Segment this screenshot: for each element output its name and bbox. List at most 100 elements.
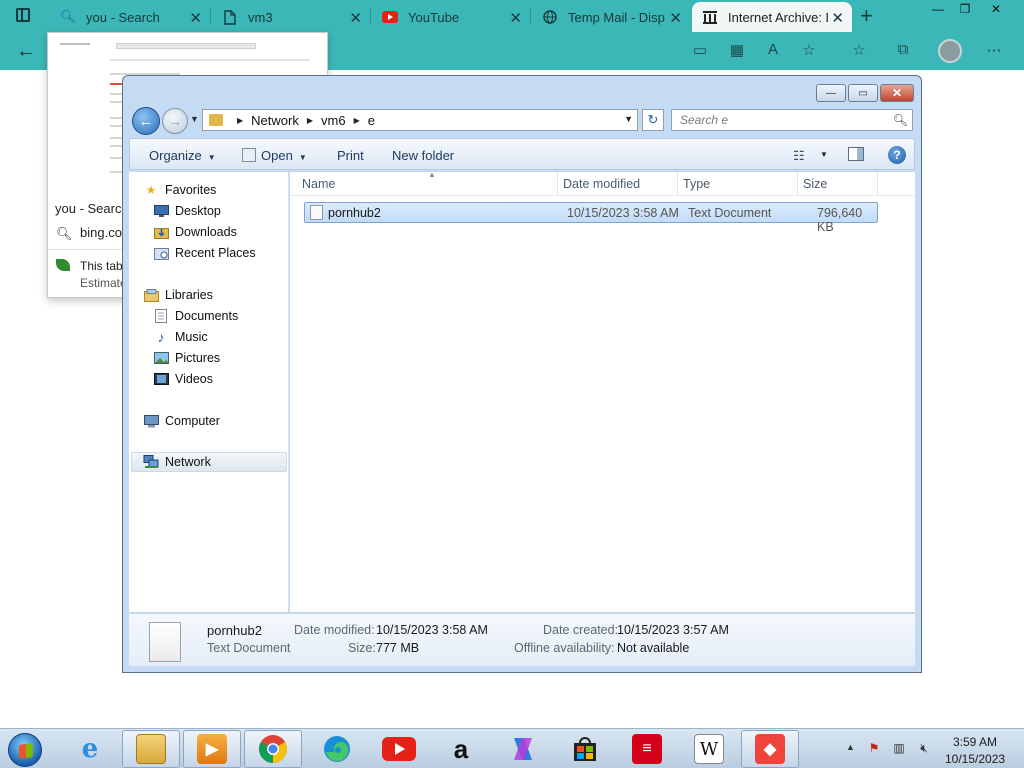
- search-icon[interactable]: 🔍︎: [893, 113, 908, 127]
- chrome-icon[interactable]: [244, 730, 302, 768]
- breadcrumb-network[interactable]: Network: [251, 113, 299, 128]
- read-aloud-icon[interactable]: A: [763, 41, 783, 61]
- close-tab-icon[interactable]: ✕: [349, 9, 362, 27]
- media-player-icon[interactable]: ▶: [183, 730, 241, 768]
- tab-youtube[interactable]: YouTube ✕: [372, 2, 530, 32]
- nav-network[interactable]: Network: [131, 452, 287, 472]
- nav-downloads[interactable]: Downloads: [153, 222, 237, 242]
- nav-pictures[interactable]: Pictures: [153, 348, 220, 368]
- internet-explorer-icon[interactable]: e: [61, 730, 119, 768]
- print-button[interactable]: Print: [337, 148, 364, 163]
- nav-music[interactable]: ♪ Music: [153, 327, 208, 347]
- column-divider[interactable]: [877, 172, 878, 196]
- nav-recent-places[interactable]: Recent Places: [153, 243, 256, 263]
- nav-label: Desktop: [175, 204, 221, 218]
- chevron-down-icon[interactable]: ▼: [624, 114, 633, 124]
- chevron-right-icon[interactable]: ▶: [307, 116, 313, 125]
- close-tab-icon[interactable]: ✕: [509, 9, 522, 27]
- chevron-right-icon[interactable]: ▶: [237, 116, 243, 125]
- close-tab-icon[interactable]: ✕: [189, 9, 202, 27]
- tab-vm3[interactable]: vm3 ✕: [212, 2, 370, 32]
- profile-avatar[interactable]: [938, 39, 962, 63]
- column-type[interactable]: Type: [683, 177, 710, 191]
- close-window-icon[interactable]: ✕: [980, 0, 1012, 18]
- wikipedia-icon[interactable]: W: [680, 730, 738, 768]
- chevron-down-icon[interactable]: ▼: [299, 153, 307, 162]
- tab-temp-mail[interactable]: Temp Mail - Disp ✕: [532, 2, 690, 32]
- organize-button[interactable]: Organize ▼: [149, 148, 216, 163]
- tab-actions-menu-icon[interactable]: [16, 8, 30, 22]
- organize-label: Organize: [149, 148, 202, 163]
- column-divider[interactable]: [557, 172, 558, 196]
- preview-title: you - Search: [55, 201, 129, 216]
- recent-locations-chevron-icon[interactable]: ▼: [190, 114, 199, 124]
- edge-icon[interactable]: [308, 730, 366, 768]
- column-date-modified[interactable]: Date modified: [563, 177, 640, 191]
- column-divider[interactable]: [797, 172, 798, 196]
- collections-icon[interactable]: ⧉: [893, 41, 913, 61]
- clock-time[interactable]: 3:59 AM: [953, 735, 997, 749]
- close-button[interactable]: ✕: [880, 84, 914, 102]
- favorites-icon[interactable]: ☆: [849, 41, 869, 61]
- search-input[interactable]: [680, 110, 880, 130]
- start-button[interactable]: [8, 733, 42, 767]
- close-tab-icon[interactable]: ✕: [831, 9, 844, 27]
- help-icon[interactable]: ?: [888, 146, 906, 164]
- back-arrow-icon[interactable]: ←: [132, 107, 160, 135]
- amazon-icon[interactable]: a: [432, 730, 490, 768]
- tab-internet-archive[interactable]: Internet Archive: D ✕: [692, 2, 852, 32]
- tab-bing-search[interactable]: 🔍︎ you - Search ✕: [50, 2, 210, 32]
- refresh-icon[interactable]: ↻: [642, 109, 664, 131]
- file-explorer-icon[interactable]: [122, 730, 180, 768]
- anydesk-icon[interactable]: ◆: [741, 730, 799, 768]
- open-button[interactable]: Open ▼: [242, 148, 307, 163]
- extensions-grid-icon[interactable]: ▦: [727, 41, 747, 61]
- nav-documents[interactable]: Documents: [153, 306, 238, 326]
- restore-icon[interactable]: ❐: [949, 0, 981, 18]
- nav-favorites[interactable]: ★ Favorites: [143, 180, 217, 200]
- details-label: Date created:: [543, 623, 619, 637]
- copilot-icon[interactable]: [494, 730, 552, 768]
- column-divider[interactable]: [677, 172, 678, 196]
- preview-pane-icon[interactable]: [848, 147, 864, 161]
- minimize-button[interactable]: —: [816, 84, 846, 102]
- archive-icon: [702, 9, 718, 25]
- efficiency-leaf-icon: [56, 259, 70, 271]
- chevron-right-icon[interactable]: ▶: [354, 116, 360, 125]
- clock-date[interactable]: 10/15/2023: [945, 752, 1005, 766]
- bank-of-america-icon[interactable]: ≡: [618, 730, 676, 768]
- column-name[interactable]: Name: [302, 177, 335, 191]
- file-row[interactable]: pornhub2 10/15/2023 3:58 AM Text Documen…: [304, 202, 878, 234]
- nav-desktop[interactable]: Desktop: [153, 201, 221, 221]
- nav-libraries[interactable]: Libraries: [143, 285, 213, 305]
- back-arrow-icon[interactable]: ←: [16, 40, 36, 63]
- search-box[interactable]: 🔍︎: [671, 109, 913, 131]
- volume-muted-icon[interactable]: 🔇︎: [916, 741, 932, 755]
- tab-separator: [370, 9, 371, 23]
- show-hidden-icons-icon[interactable]: ▲: [846, 742, 855, 752]
- youtube-icon[interactable]: [370, 730, 428, 768]
- change-view-icon[interactable]: ☷: [793, 148, 805, 164]
- breadcrumb-vm6[interactable]: vm6: [321, 113, 346, 128]
- preview-note-detail: Estimate: [80, 276, 127, 290]
- taskbar: e ▶ a ≡ W ◆ ▲ ⚑ ▥ 🔇︎ 3:59 AM 10/15/2023: [0, 728, 1024, 768]
- print-label: Print: [337, 148, 364, 163]
- new-tab-icon[interactable]: +: [860, 3, 873, 29]
- tab-separator: [210, 9, 211, 23]
- nav-computer[interactable]: Computer: [143, 411, 220, 431]
- chevron-down-icon[interactable]: ▼: [820, 150, 828, 159]
- add-favorite-icon[interactable]: ☆: [799, 41, 819, 61]
- column-size[interactable]: Size: [803, 177, 827, 191]
- forward-arrow-icon[interactable]: →: [162, 108, 188, 134]
- breadcrumb-e[interactable]: e: [368, 113, 375, 128]
- maximize-button[interactable]: ▭: [848, 84, 878, 102]
- store-icon[interactable]: [556, 730, 614, 768]
- nav-videos[interactable]: Videos: [153, 369, 213, 389]
- address-breadcrumb[interactable]: ▶ Network ▶ vm6 ▶ e ▼: [202, 109, 638, 131]
- app-available-icon[interactable]: ▭: [690, 41, 710, 61]
- network-status-icon[interactable]: ▥: [891, 741, 907, 755]
- close-tab-icon[interactable]: ✕: [669, 9, 682, 27]
- action-center-flag-icon[interactable]: ⚑: [866, 741, 882, 755]
- more-menu-icon[interactable]: ⋯: [984, 41, 1004, 61]
- new-folder-button[interactable]: New folder: [392, 148, 454, 163]
